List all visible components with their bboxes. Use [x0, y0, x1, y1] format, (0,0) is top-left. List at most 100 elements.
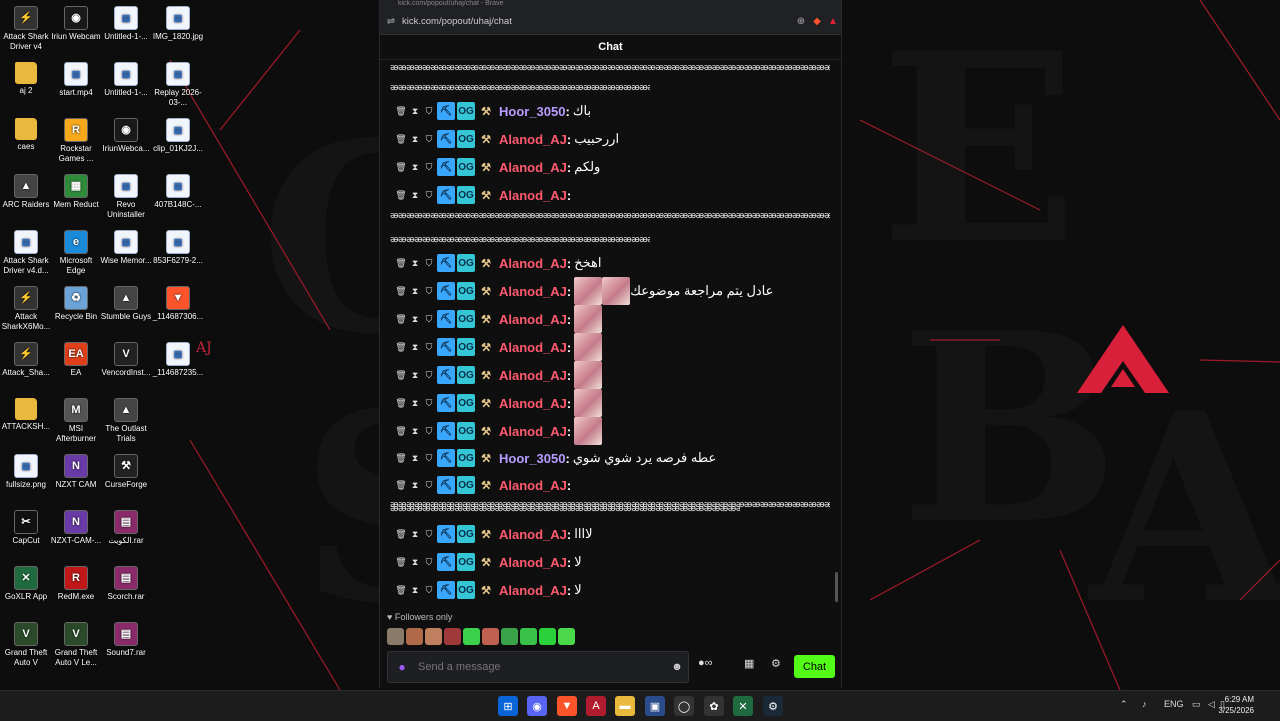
desktop-icon[interactable]: ▤ Untitled-1-...	[100, 6, 152, 42]
delete-icon[interactable]: 🗑	[395, 106, 407, 117]
desktop-icon[interactable]: V Grand Theft Auto V	[0, 622, 52, 668]
shield-icon[interactable]: ⛉	[423, 480, 435, 491]
desktop-icon[interactable]: ▤ clip_01KJ2J...	[152, 118, 204, 154]
discord-icon[interactable]: ◉	[527, 696, 547, 716]
emote-icon[interactable]	[482, 628, 499, 645]
timeout-icon[interactable]: ⧗	[409, 258, 421, 269]
desktop-icon[interactable]: ▤ _114687235...	[152, 342, 204, 378]
chat-message[interactable]: 🗑 ⧗ ⛉ ⛏ OG ⚒ Alanod_AJ:	[395, 417, 603, 445]
chat-message[interactable]: 🗑 ⧗ ⛉ ⛏ OG ⚒ Hoor_3050: عطه فرصه يرد شوي شوي	[395, 447, 716, 469]
kick-extensions-icon[interactable]: ●∞	[698, 657, 713, 669]
chat-username[interactable]: Alanod_AJ	[499, 368, 567, 383]
timeout-icon[interactable]: ⧗	[409, 370, 421, 381]
desktop-icon[interactable]: ✂ CapCut	[0, 510, 52, 546]
chat-message-list[interactable]: ꭂꭂꭂꭂꭂꭂꭂꭂꭂꭂꭂꭂꭂꭂꭂꭂꭂꭂꭂꭂꭂꭂꭂꭂꭂꭂꭂꭂꭂꭂꭂꭂꭂꭂꭂꭂꭂꭂꭂꭂ…	[380, 60, 841, 605]
settings-app-icon[interactable]: ▣	[645, 696, 665, 716]
shield-icon[interactable]: ⛉	[423, 370, 435, 381]
brave-icon[interactable]: ▼	[557, 696, 577, 716]
chat-message[interactable]: 🗑 ⧗ ⛉ ⛏ OG ⚒ Hoor_3050: باك	[395, 100, 591, 122]
zoom-icon[interactable]: ⊕	[793, 16, 809, 27]
chat-message[interactable]: 🗑 ⧗ ⛉ ⛏ OG ⚒ Alanod_AJ:	[395, 389, 603, 417]
desktop-icon[interactable]: M MSI Afterburner	[50, 398, 102, 444]
desktop-icon[interactable]: e Microsoft Edge	[50, 230, 102, 276]
timeout-icon[interactable]: ⧗	[409, 314, 421, 325]
emote-icon[interactable]	[425, 628, 442, 645]
timeout-icon[interactable]: ⧗	[409, 190, 421, 201]
delete-icon[interactable]: 🗑	[395, 480, 407, 491]
file-explorer-icon[interactable]: ▬	[615, 696, 635, 716]
tray-overflow-icon[interactable]: ⌃	[1120, 699, 1128, 710]
emote-icon[interactable]	[558, 628, 575, 645]
desktop-icon[interactable]: V VencordInst...	[100, 342, 152, 378]
desktop-icon[interactable]: aj 2	[0, 62, 52, 96]
delete-icon[interactable]: 🗑	[395, 585, 407, 596]
desktop-icon[interactable]: ATTACKSH...	[0, 398, 52, 432]
delete-icon[interactable]: 🗑	[395, 342, 407, 353]
delete-icon[interactable]: 🗑	[395, 453, 407, 464]
timeout-icon[interactable]: ⧗	[409, 286, 421, 297]
shield-icon[interactable]: ⛉	[423, 398, 435, 409]
desktop-icon[interactable]: ▤ Wise Memor...	[100, 230, 152, 266]
chat-username[interactable]: Alanod_AJ	[499, 424, 567, 439]
chat-message[interactable]: 🗑 ⧗ ⛉ ⛏ OG ⚒ Alanod_AJ: اهخخ	[395, 252, 602, 274]
shield-icon[interactable]: ⛉	[423, 453, 435, 464]
emote-icon[interactable]	[520, 628, 537, 645]
url-text[interactable]: kick.com/popout/uhaj/chat	[402, 16, 793, 27]
chat-message[interactable]: 🗑 ⧗ ⛉ ⛏ OG ⚒ Alanod_AJ:	[395, 333, 603, 361]
shield-icon[interactable]: ⛉	[423, 134, 435, 145]
desktop-icon[interactable]: ▲ The Outlast Trials	[100, 398, 152, 444]
delete-icon[interactable]: 🗑	[395, 529, 407, 540]
message-input[interactable]	[416, 660, 666, 674]
desktop-icon[interactable]: R RedM.exe	[50, 566, 102, 602]
emote-icon[interactable]	[539, 628, 556, 645]
timeout-icon[interactable]: ⧗	[409, 162, 421, 173]
apex-icon[interactable]: A	[586, 696, 606, 716]
shield-icon[interactable]: ⛉	[423, 162, 435, 173]
chat-username[interactable]: Alanod_AJ	[499, 188, 567, 203]
desktop-icon[interactable]: ▤ Replay 2026-03-...	[152, 62, 204, 108]
chat-message[interactable]: 🗑 ⧗ ⛉ ⛏ OG ⚒ Alanod_AJ:	[395, 184, 574, 206]
desktop-icon[interactable]: ▤ Revo Uninstaller	[100, 174, 152, 220]
shield-icon[interactable]: ⛉	[423, 426, 435, 437]
desktop-icon[interactable]: R Rockstar Games ...	[50, 118, 102, 164]
desktop-icon[interactable]: ▼ _114687306...	[152, 286, 204, 322]
emote-icon[interactable]	[501, 628, 518, 645]
desktop-icon[interactable]: ▤ IMG_1820.jpg	[152, 6, 204, 42]
desktop-icon[interactable]: ♻ Recycle Bin	[50, 286, 102, 322]
emoji-picker-icon[interactable]: ☻	[666, 661, 688, 673]
chat-username[interactable]: Alanod_AJ	[499, 555, 567, 570]
brave-shield-icon[interactable]: ◆	[809, 16, 825, 27]
chat-message[interactable]: 🗑 ⧗ ⛉ ⛏ OG ⚒ Alanod_AJ:	[395, 305, 603, 333]
emote-icon[interactable]	[406, 628, 423, 645]
timeout-icon[interactable]: ⧗	[409, 453, 421, 464]
emote-icon[interactable]	[444, 628, 461, 645]
chat-username[interactable]: Alanod_AJ	[499, 284, 567, 299]
language-indicator[interactable]: ENG	[1164, 699, 1184, 709]
timeout-icon[interactable]: ⧗	[409, 426, 421, 437]
desktop-icon[interactable]: ▲ ARC Raiders	[0, 174, 52, 210]
chat-message[interactable]: 🗑 ⧗ ⛉ ⛏ OG ⚒ Alanod_AJ: اررحبيب	[395, 128, 619, 150]
desktop-icon[interactable]: ▤ 853F6279-2...	[152, 230, 204, 266]
chat-username[interactable]: Alanod_AJ	[499, 256, 567, 271]
chat-username[interactable]: Alanod_AJ	[499, 312, 567, 327]
shield-icon[interactable]: ⛉	[423, 557, 435, 568]
desktop-icon[interactable]: ▤ 407B148C-...	[152, 174, 204, 210]
delete-icon[interactable]: 🗑	[395, 398, 407, 409]
timeout-icon[interactable]: ⧗	[409, 529, 421, 540]
chat-username[interactable]: Alanod_AJ	[499, 340, 567, 355]
microphone-tray-icon[interactable]: ♪	[1142, 699, 1147, 709]
delete-icon[interactable]: 🗑	[395, 258, 407, 269]
chat-username[interactable]: Alanod_AJ	[499, 396, 567, 411]
delete-icon[interactable]: 🗑	[395, 557, 407, 568]
timeout-icon[interactable]: ⧗	[409, 398, 421, 409]
shield-icon[interactable]: ⛉	[423, 342, 435, 353]
timeout-icon[interactable]: ⧗	[409, 585, 421, 596]
volume-icon[interactable]: ◁	[1208, 699, 1215, 710]
chat-scrollbar[interactable]	[835, 572, 838, 602]
shield-icon[interactable]: ⛉	[423, 585, 435, 596]
steam-like-app-icon[interactable]: ✿	[704, 696, 724, 716]
chat-username[interactable]: Alanod_AJ	[499, 160, 567, 175]
shield-icon[interactable]: ⛉	[423, 314, 435, 325]
delete-icon[interactable]: 🗑	[395, 190, 407, 201]
chat-message[interactable]: 🗑 ⧗ ⛉ ⛏ OG ⚒ Alanod_AJ: لا	[395, 551, 582, 573]
